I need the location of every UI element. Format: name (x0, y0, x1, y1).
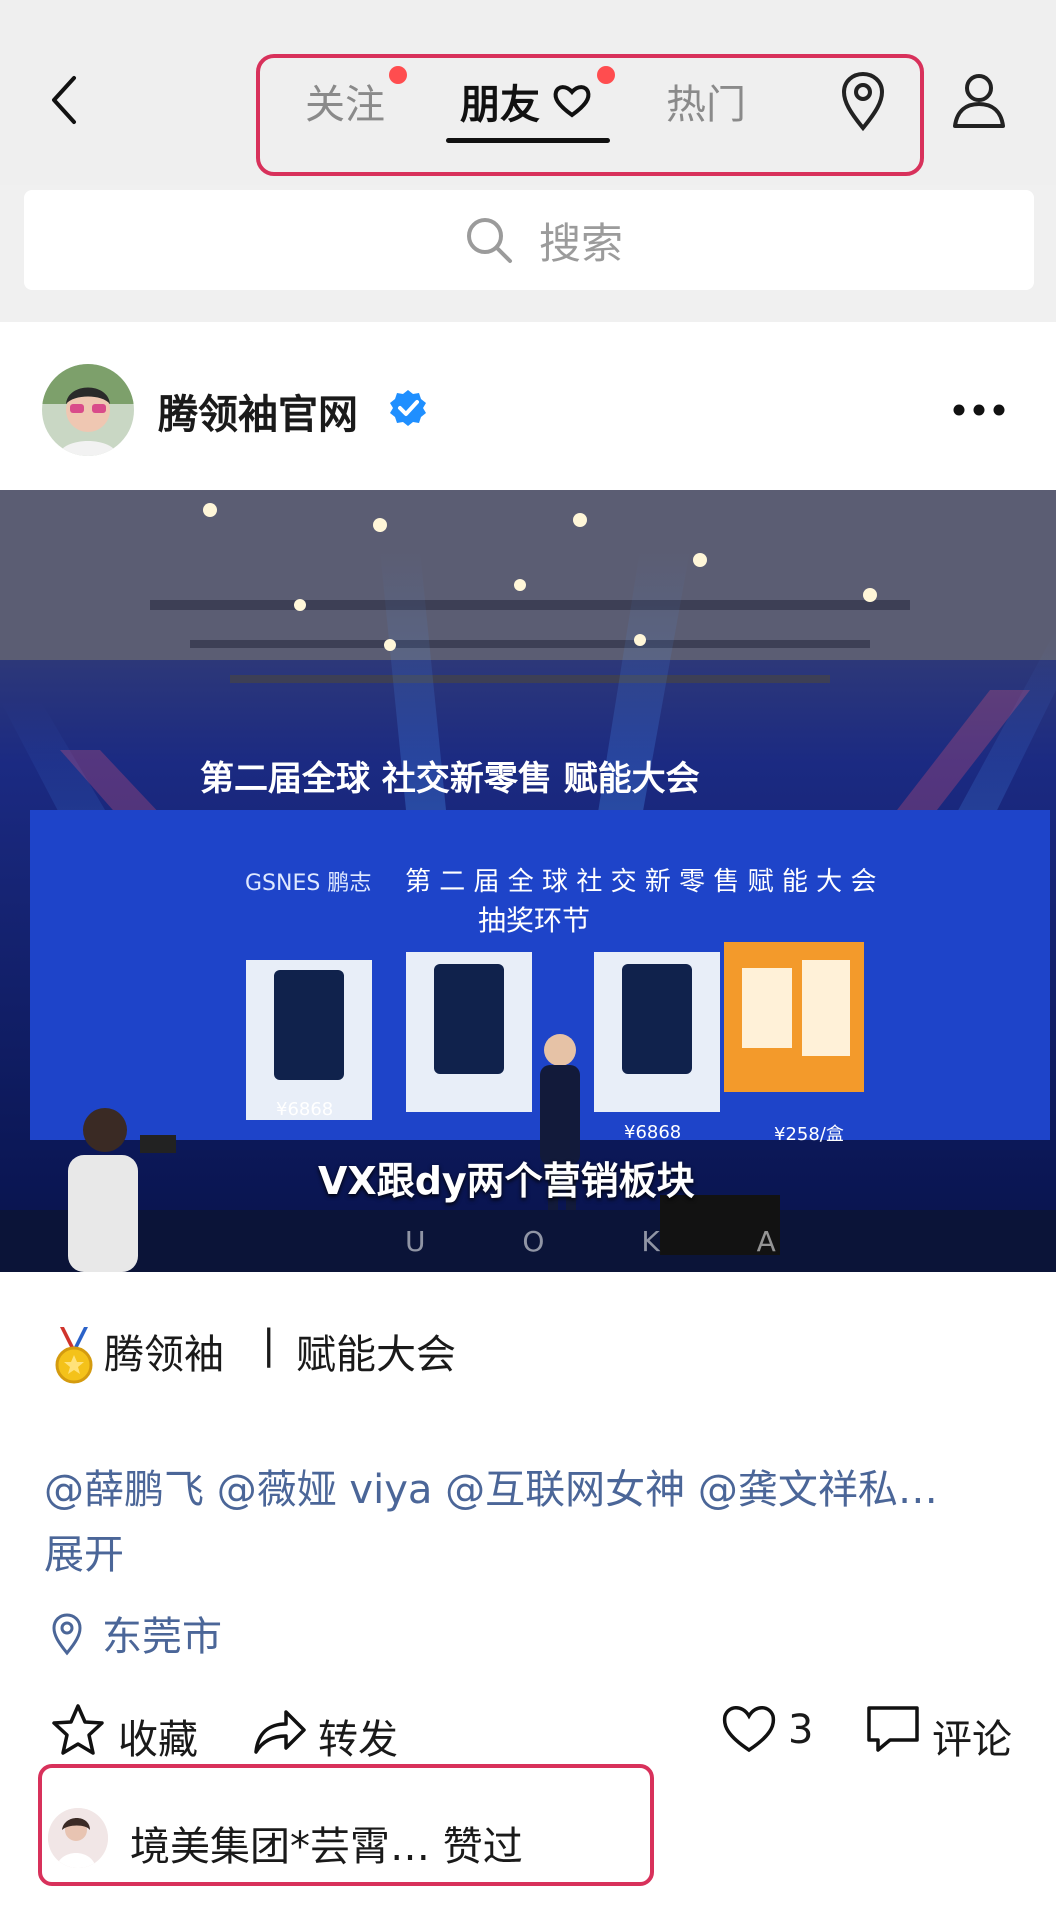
mentions[interactable]: @薛鹏飞 @薇娅 viya @互联网女神 @龚文祥私… (44, 1457, 1014, 1523)
svg-text:抽奖环节: 抽奖环节 (478, 904, 590, 937)
tab-hot[interactable]: 热门 (666, 72, 746, 130)
video-watermark: U O K A (405, 1225, 820, 1258)
liked-by-text[interactable]: 境美集团*芸霄… 赞过 (130, 1814, 523, 1872)
tab-follow[interactable]: 关注 (305, 72, 385, 130)
svg-text:¥258/盒: ¥258/盒 (774, 1124, 844, 1145)
more-options-icon[interactable] (952, 402, 1006, 418)
like-count: 3 (788, 1707, 814, 1753)
heart-icon (553, 85, 591, 118)
like-heart-icon[interactable] (720, 1702, 778, 1754)
comment-icon[interactable] (864, 1702, 922, 1756)
share-button[interactable]: 转发 (318, 1707, 398, 1765)
svg-text:¥6868: ¥6868 (276, 1099, 333, 1120)
post-subtitle: 赋能大会 (296, 1332, 456, 1378)
unread-dot (597, 66, 615, 84)
search-bar[interactable]: 搜索 (24, 190, 1034, 290)
location-icon[interactable] (838, 70, 888, 132)
video-subtitle: VX跟dy两个营销板块 (318, 1159, 695, 1203)
title-separator: | (262, 1322, 276, 1368)
back-arrow-icon[interactable] (40, 70, 90, 130)
search-icon (467, 218, 512, 263)
svg-text:第二届全球 社交新零售 赋能大会: 第二届全球 社交新零售 赋能大会 (200, 759, 700, 799)
active-tab-indicator (446, 138, 610, 143)
author-name[interactable]: 腾领袖官网 (158, 382, 358, 440)
author-avatar[interactable] (42, 364, 134, 456)
unread-dot (389, 66, 407, 84)
search-placeholder: 搜索 (539, 219, 624, 268)
tab-friends[interactable]: 朋友 (460, 72, 540, 130)
verified-badge-icon (390, 390, 426, 426)
expand-link[interactable]: 展开 (44, 1522, 124, 1580)
post-card: 腾领袖官网 第二届全球 社交新零售 赋能大会 GSNES 鹏志 第 二 届 全 … (0, 322, 1056, 1920)
post-video[interactable]: 第二届全球 社交新零售 赋能大会 GSNES 鹏志 第 二 届 全 球 社 交 … (0, 490, 1056, 1272)
post-title: 腾领袖 (104, 1332, 224, 1378)
liked-by-avatar[interactable] (48, 1808, 108, 1868)
location-pin-icon (52, 1613, 82, 1656)
top-navigation: 关注 朋友 热门 (0, 0, 1056, 185)
comment-button[interactable]: 评论 (932, 1707, 1012, 1765)
medal-icon (55, 1327, 93, 1384)
svg-text:GSNES 鹏志: GSNES 鹏志 (245, 871, 371, 896)
location-text[interactable]: 东莞市 (102, 1604, 222, 1662)
star-icon[interactable] (50, 1702, 106, 1758)
svg-text:第 二 届 全 球 社 交 新 零 售 赋 能 大 会: 第 二 届 全 球 社 交 新 零 售 赋 能 大 会 (405, 867, 876, 897)
collect-button[interactable]: 收藏 (118, 1707, 198, 1765)
profile-icon[interactable] (950, 70, 1008, 130)
share-icon[interactable] (250, 1702, 308, 1758)
svg-text:¥6868: ¥6868 (624, 1122, 681, 1143)
